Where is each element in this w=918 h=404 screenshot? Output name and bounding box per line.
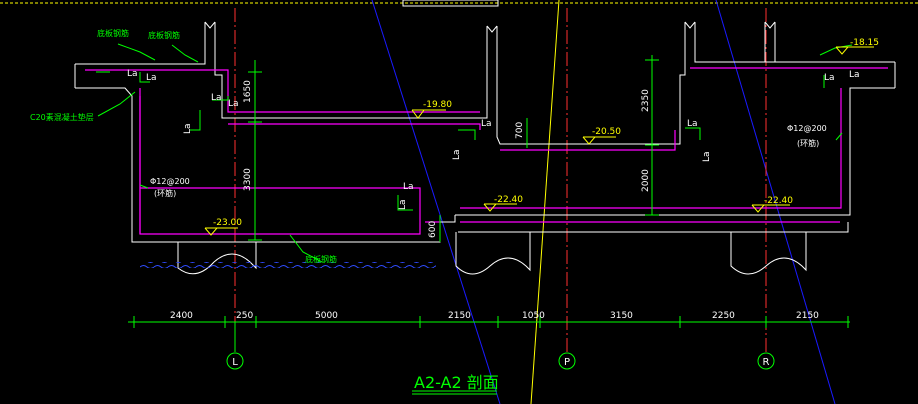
lap-label: La [146,73,157,83]
dimension-label: 2150 [796,311,819,321]
elevation-label: -20.50 [592,127,621,137]
dimension-label: 3300 [243,168,253,191]
elevation-markers [204,46,874,236]
structure-walls [74,21,896,243]
lap-label: La [228,99,239,109]
axis-label-l: L [232,357,238,368]
lap-label: La [481,119,492,129]
dimension-label: 2000 [641,169,651,192]
water-line [140,262,436,268]
dimension-label: 2400 [170,311,193,321]
annotation-label: 底板钢筋 [305,254,337,264]
elevation-label: -22.40 [494,195,523,205]
dimension-label: 2150 [448,311,471,321]
dimension-label: 600 [428,221,438,238]
ground-line [0,0,918,7]
lap-label: La [211,93,222,103]
annotation-label: 底板钢筋 [97,28,129,38]
dimension-label: 700 [515,122,525,139]
lap-label: La [452,149,462,160]
axis-label-r: R [763,357,770,368]
rebar-note: (环筋) [154,188,176,198]
dimension-lines [96,43,853,328]
lap-label: La [824,73,835,83]
annotation-label: 底板钢筋 [148,30,180,40]
lap-label: La [403,182,414,192]
dimension-label: 250 [236,311,253,321]
lap-label: La [687,119,698,129]
dimension-label: 2250 [712,311,735,321]
rebar-note: (环筋) [797,138,819,148]
drawing-title: A2-A2 剖面 [414,373,499,392]
elevation-label: -22.40 [764,196,793,206]
elevation-label: -18.15 [850,38,879,48]
axis-label-p: P [564,357,570,368]
elevation-label: -19.80 [423,100,452,110]
dimension-label: 1050 [522,311,545,321]
axis-bubbles [226,322,775,370]
lap-label: La [398,199,408,210]
lap-label: La [702,151,712,162]
lap-label: La [849,70,860,80]
lap-label: La [127,69,138,79]
elevation-label: -23.00 [213,218,242,228]
dimension-label: 5000 [315,311,338,321]
rebar-note: Φ12@200 [787,124,827,133]
lap-label: La [183,123,193,134]
annotation-label: C20素混凝土垫层 [30,112,94,122]
section-drawing: -18.15 -19.80 -20.50 -22.40 -22.40 -23.0… [0,0,918,404]
axis-lines [234,8,767,352]
rebar-note: Φ12@200 [150,177,190,186]
dimension-label: 2350 [641,89,651,112]
dimension-label: 3150 [610,311,633,321]
dimension-label: 1650 [243,80,253,103]
